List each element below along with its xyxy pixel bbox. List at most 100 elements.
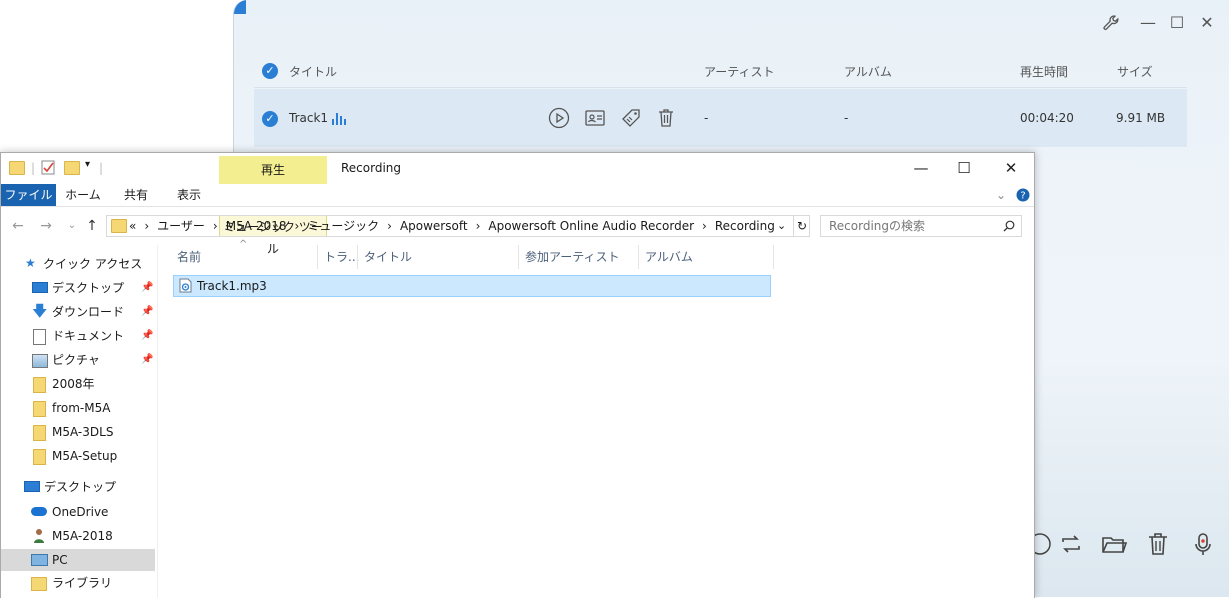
breadcrumb[interactable]: « › ユーザー › M5A-2018 › ミュージック › Apowersoft › Apower… bbox=[129, 216, 783, 236]
nav-library[interactable]: ライブラリ bbox=[1, 572, 155, 594]
new-folder-icon[interactable] bbox=[64, 161, 80, 178]
ribbon-expand-chevron-icon[interactable]: ⌄ bbox=[993, 184, 1009, 206]
tag-edit-icon[interactable] bbox=[620, 107, 642, 129]
play-icon[interactable] bbox=[548, 107, 570, 129]
column-album[interactable]: アルバム bbox=[645, 245, 693, 269]
pin-icon: 📌 bbox=[141, 330, 154, 341]
nav-quick-access[interactable]: ★ クイック アクセス bbox=[1, 253, 155, 275]
star-icon: ★ bbox=[25, 256, 36, 270]
track-row[interactable]: ✓ Track1 - - 00:04:20 9.91 MB bbox=[254, 89, 1187, 147]
explorer-close-button[interactable]: ✕ bbox=[996, 157, 1026, 179]
nav-folder-2008[interactable]: 2008年 bbox=[1, 373, 155, 395]
microphone-icon[interactable] bbox=[1189, 530, 1217, 558]
column-track[interactable]: トラ... bbox=[324, 245, 359, 269]
pin-icon: 📌 bbox=[141, 354, 154, 365]
breadcrumb-segment[interactable]: M5A-2018 bbox=[226, 219, 287, 233]
track-album: - bbox=[844, 111, 849, 125]
nav-item-desktop[interactable]: デスクトップ 📌 bbox=[1, 277, 155, 299]
nav-user[interactable]: M5A-2018 bbox=[1, 525, 155, 547]
minimize-button[interactable]: — bbox=[1139, 14, 1157, 32]
search-icon[interactable] bbox=[1003, 216, 1015, 238]
breadcrumb-chevron-icon[interactable]: › bbox=[144, 219, 149, 233]
navigation-pane: ★ クイック アクセス デスクトップ 📌 🡇 ダウンロード 📌 ドキュメント 📌… bbox=[1, 245, 157, 598]
pin-icon: 📌 bbox=[141, 282, 154, 293]
nav-item-pictures[interactable]: ピクチャ 📌 bbox=[1, 349, 155, 371]
download-arrow-icon: 🡇 bbox=[32, 302, 48, 320]
breadcrumb-chevron-icon[interactable]: › bbox=[213, 219, 218, 233]
select-all-checkbox[interactable]: ✓ bbox=[262, 63, 278, 79]
tab-file[interactable]: ファイル bbox=[1, 184, 56, 206]
breadcrumb-chevron-icon[interactable]: › bbox=[702, 219, 707, 233]
audio-level-icon bbox=[332, 113, 348, 125]
column-separator[interactable] bbox=[638, 245, 639, 269]
breadcrumb-segment[interactable]: Apowersoft bbox=[400, 219, 468, 233]
svg-text:?: ? bbox=[1020, 191, 1025, 202]
explorer-minimize-button[interactable]: — bbox=[906, 157, 936, 179]
column-title: タイトル bbox=[289, 65, 338, 79]
column-contributing-artists[interactable]: 参加アーティスト bbox=[525, 245, 620, 269]
search-box[interactable]: Recordingの検索 bbox=[820, 215, 1022, 237]
context-tab-play[interactable]: 再生 bbox=[219, 156, 327, 184]
library-icon bbox=[31, 577, 47, 591]
folder-icon bbox=[33, 377, 46, 393]
separator-icon: | bbox=[31, 161, 36, 175]
tab-share[interactable]: 共有 bbox=[113, 184, 159, 206]
track-duration: 00:04:20 bbox=[1020, 111, 1074, 125]
breadcrumb-segment[interactable]: ユーザー bbox=[157, 219, 205, 233]
column-album: アルバム bbox=[844, 65, 892, 79]
quick-access-dropdown-icon[interactable]: ▾ bbox=[85, 159, 90, 170]
window-title: Recording bbox=[341, 161, 402, 175]
breadcrumb-overflow[interactable]: « bbox=[129, 219, 136, 233]
breadcrumb-chevron-icon[interactable]: › bbox=[476, 219, 481, 233]
close-button[interactable]: ✕ bbox=[1198, 14, 1216, 32]
breadcrumb-chevron-icon[interactable]: › bbox=[387, 219, 392, 233]
column-title[interactable]: タイトル bbox=[364, 245, 412, 269]
nav-onedrive[interactable]: OneDrive bbox=[1, 501, 155, 523]
refresh-icon[interactable]: ↻ bbox=[793, 216, 810, 236]
track-size: 9.91 MB bbox=[1116, 111, 1166, 125]
recent-dropdown-icon[interactable]: ⌄ bbox=[63, 216, 81, 236]
forward-arrow-icon[interactable]: → bbox=[37, 216, 55, 236]
delete-all-icon[interactable] bbox=[1144, 530, 1172, 558]
nav-folder-m5a-3dls[interactable]: M5A-3DLS bbox=[1, 421, 155, 443]
track-checkbox[interactable]: ✓ bbox=[262, 111, 278, 127]
column-separator[interactable] bbox=[357, 245, 358, 269]
desktop-icon bbox=[24, 481, 40, 492]
column-name[interactable]: 名前 bbox=[177, 245, 201, 269]
tab-view[interactable]: 表示 bbox=[165, 184, 213, 206]
track-list-header: ✓ タイトル アーティスト アルバム 再生時間 サイズ bbox=[254, 55, 1187, 88]
column-separator[interactable] bbox=[518, 245, 519, 269]
explorer-maximize-button[interactable]: ☐ bbox=[949, 157, 979, 179]
breadcrumb-segment[interactable]: Apowersoft Online Audio Recorder bbox=[488, 219, 694, 233]
contact-card-icon[interactable] bbox=[584, 107, 606, 129]
breadcrumb-segment[interactable]: Recording bbox=[715, 219, 775, 233]
settings-wrench-icon[interactable] bbox=[1102, 14, 1120, 32]
column-separator[interactable] bbox=[773, 245, 774, 269]
properties-checklist-icon[interactable] bbox=[41, 159, 55, 178]
column-separator[interactable] bbox=[317, 245, 318, 269]
repeat-icon[interactable] bbox=[1057, 530, 1085, 558]
folder-icon bbox=[33, 401, 46, 417]
back-arrow-icon[interactable]: ← bbox=[9, 216, 27, 236]
file-name: Track1.mp3 bbox=[197, 279, 267, 293]
breadcrumb-chevron-icon[interactable]: › bbox=[295, 219, 300, 233]
nav-desktop[interactable]: デスクトップ bbox=[1, 476, 155, 498]
open-folder-icon[interactable] bbox=[1100, 530, 1128, 558]
nav-item-downloads[interactable]: 🡇 ダウンロード 📌 bbox=[1, 301, 155, 323]
recorder-accent-corner bbox=[234, 0, 246, 14]
up-arrow-icon[interactable]: ↑ bbox=[83, 216, 101, 236]
address-dropdown-icon[interactable]: ⌄ bbox=[777, 216, 786, 236]
help-icon[interactable]: ? bbox=[1015, 184, 1031, 206]
maximize-button[interactable]: ☐ bbox=[1168, 14, 1186, 32]
file-row[interactable]: Track1.mp3 bbox=[173, 275, 771, 297]
nav-item-documents[interactable]: ドキュメント 📌 bbox=[1, 325, 155, 347]
tab-home[interactable]: ホーム bbox=[59, 184, 107, 206]
nav-folder-m5a-setup[interactable]: M5A-Setup bbox=[1, 445, 155, 467]
trash-icon[interactable] bbox=[655, 107, 677, 129]
address-bar[interactable]: « › ユーザー › M5A-2018 › ミュージック › Apowersoft › Apower… bbox=[106, 215, 810, 237]
nav-folder-from-m5a[interactable]: from-M5A bbox=[1, 397, 155, 419]
track-title: Track1 bbox=[289, 111, 329, 125]
sort-ascending-icon: ^ bbox=[239, 239, 248, 250]
nav-pc[interactable]: PC bbox=[1, 549, 155, 571]
breadcrumb-segment[interactable]: ミュージック bbox=[307, 219, 379, 233]
